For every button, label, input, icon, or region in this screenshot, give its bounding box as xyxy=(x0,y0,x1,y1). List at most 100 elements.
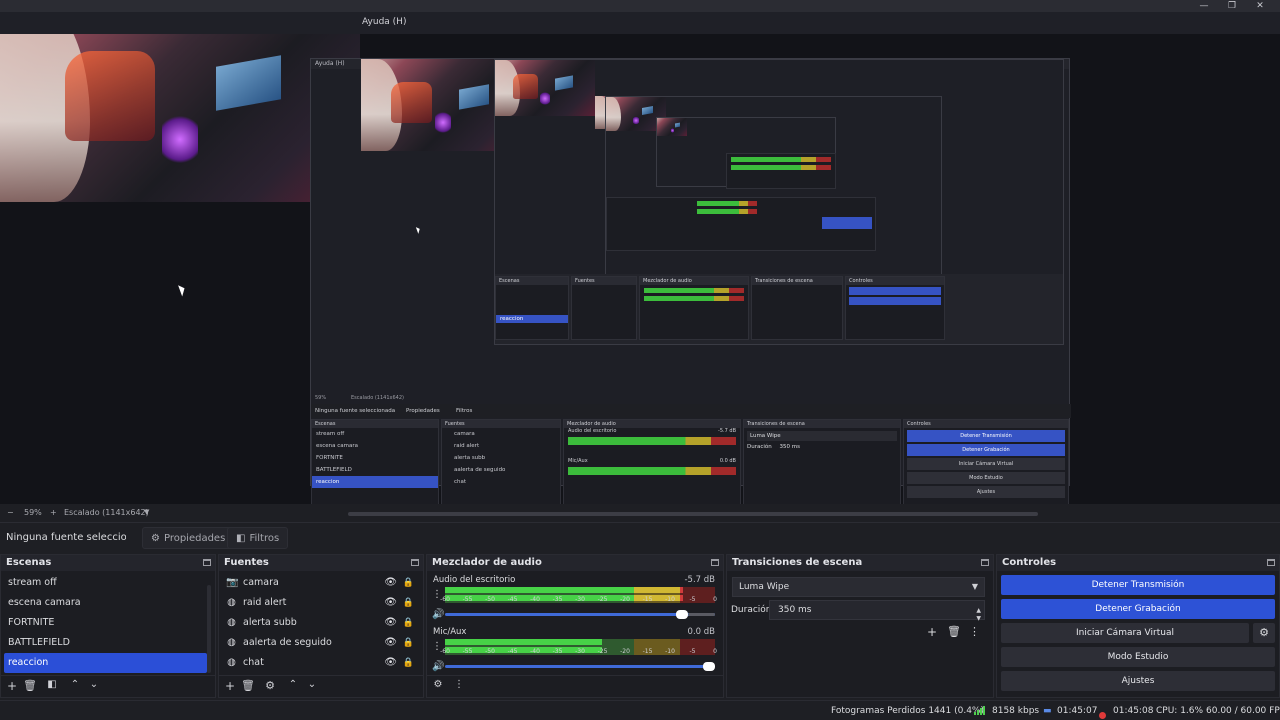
transition-select[interactable]: Luma Wipe ▼ xyxy=(732,577,985,597)
stream-live-icon: ▬ xyxy=(1043,706,1052,716)
scale-tick-label: -35 xyxy=(552,596,563,603)
mixer-title: Mezclador de audio xyxy=(432,557,542,568)
volume-slider[interactable] xyxy=(445,610,715,619)
more-menu-icon[interactable]: ⋮ xyxy=(452,679,466,690)
filter-icon[interactable]: ◧ xyxy=(45,679,59,690)
scene-item[interactable]: FORTNITE xyxy=(1,613,215,633)
close-icon[interactable]: ✕ xyxy=(1253,1,1267,11)
lock-icon[interactable]: 🔒 xyxy=(403,573,414,593)
eye-icon[interactable]: 👁 xyxy=(384,573,397,593)
trash-icon[interactable]: 🗑 xyxy=(23,679,37,692)
lock-icon[interactable]: 🔒 xyxy=(403,613,414,633)
recording-time: 01:45:08 xyxy=(1113,706,1154,716)
source-item[interactable]: ◍ aalerta de seguido 👁 🔒 xyxy=(219,633,423,653)
filters-button[interactable]: ◧ Filtros xyxy=(227,527,289,549)
scale-tick-label: -10 xyxy=(665,648,675,655)
scale-tick-label: -20 xyxy=(620,596,630,603)
meter-fill-left xyxy=(445,639,602,645)
scenes-scrollbar[interactable] xyxy=(207,585,211,673)
add-source-icon[interactable]: + xyxy=(223,679,237,693)
scale-tick-label: -30 xyxy=(575,648,585,655)
controls-title: Controles xyxy=(1002,557,1057,568)
speaker-icon[interactable]: 🔊 xyxy=(432,661,444,672)
preview-canvas[interactable]: Ayuda (H) Escenas reaccion Fuentes Mezcl… xyxy=(0,34,1280,504)
lock-icon[interactable]: 🔒 xyxy=(403,633,414,653)
move-down-icon[interactable]: ⌄ xyxy=(87,679,101,690)
scale-tick-label: -45 xyxy=(507,648,518,655)
meter-scale: -60 -55 -50 -45 -40 -35 -30 -25 -20 -15 -10 -5 0 xyxy=(440,596,717,604)
eye-icon[interactable]: 👁 xyxy=(384,613,397,633)
zoom-out-icon[interactable]: − xyxy=(7,508,14,517)
start-virtual-camera-button[interactable]: Iniciar Cámara Virtual xyxy=(1001,623,1249,643)
add-scene-icon[interactable]: + xyxy=(5,679,19,693)
trash-icon[interactable]: 🗑 xyxy=(241,679,255,692)
scene-item[interactable]: escena camara xyxy=(1,593,215,613)
properties-button[interactable]: ⚙ Propiedades xyxy=(142,527,235,549)
audio-mixer-dock: Mezclador de audio Audio del escritorio -… xyxy=(426,554,724,698)
menu-help[interactable]: Ayuda (H) xyxy=(362,17,406,27)
preview-horizontal-scrollbar[interactable] xyxy=(348,512,1038,516)
chevron-down-icon: ▼ xyxy=(971,582,978,591)
channel-db: -5.7 dB xyxy=(684,575,715,585)
lock-icon[interactable]: 🔒 xyxy=(403,593,414,613)
bitrate: 8158 kbps xyxy=(992,706,1040,716)
move-up-icon[interactable]: ⌃ xyxy=(68,679,82,690)
advanced-audio-icon[interactable]: ⚙ xyxy=(431,679,445,690)
globe-icon: ◍ xyxy=(227,657,236,668)
scaling-dropdown-icon[interactable]: ▼ xyxy=(144,508,149,516)
move-down-icon[interactable]: ⌄ xyxy=(305,679,319,690)
scenes-title: Escenas xyxy=(6,557,52,568)
fps-readout: 60.00 / 60.00 FPS xyxy=(1206,706,1280,716)
volume-slider-knob[interactable] xyxy=(676,610,688,619)
undock-icon[interactable] xyxy=(1267,559,1275,566)
network-signal-icon xyxy=(974,706,985,715)
zoom-in-icon[interactable]: + xyxy=(50,508,57,517)
cpu-usage: CPU: 1.6% xyxy=(1156,706,1204,716)
eye-icon[interactable]: 👁 xyxy=(384,593,397,613)
source-item[interactable]: ◍ chat 👁 🔒 xyxy=(219,653,423,673)
scale-tick-label: -40 xyxy=(530,596,540,603)
lock-icon[interactable]: 🔒 xyxy=(403,653,414,673)
title-bar xyxy=(0,0,1280,12)
duration-label: Duración xyxy=(731,605,772,615)
undock-icon[interactable] xyxy=(981,559,989,566)
scene-item[interactable]: stream off xyxy=(1,573,215,593)
studio-mode-button[interactable]: Modo Estudio xyxy=(1001,647,1275,667)
globe-icon: ◍ xyxy=(227,597,236,608)
trash-icon[interactable]: 🗑 xyxy=(947,625,961,638)
mixer-channel: Audio del escritorio -5.7 dB ⋮ -60 -55 -50 -45… xyxy=(427,573,723,625)
speaker-icon[interactable]: 🔊 xyxy=(432,609,444,620)
scale-tick-label: -5 xyxy=(689,596,696,603)
meter-fill-left xyxy=(445,587,683,593)
duration-input[interactable]: 350 ms ▲ ▼ xyxy=(769,600,985,622)
virtual-camera-settings-gear-icon[interactable]: ⚙ xyxy=(1253,623,1275,643)
channel-name: Mic/Aux xyxy=(433,627,467,637)
stop-streaming-button[interactable]: Detener Transmisión xyxy=(1001,575,1275,595)
source-item[interactable]: ◍ alerta subb 👁 🔒 xyxy=(219,613,423,633)
scale-tick-label: -35 xyxy=(552,648,563,655)
restore-icon[interactable]: ❐ xyxy=(1225,1,1239,11)
add-transition-icon[interactable]: + xyxy=(927,625,937,639)
eye-icon[interactable]: 👁 xyxy=(384,633,397,653)
source-item[interactable]: 📷 camara 👁 🔒 xyxy=(219,573,423,593)
undock-icon[interactable] xyxy=(711,559,719,566)
move-up-icon[interactable]: ⌃ xyxy=(286,679,300,690)
volume-slider[interactable] xyxy=(445,662,715,671)
source-item[interactable]: ◍ raid alert 👁 🔒 xyxy=(219,593,423,613)
scene-item[interactable]: BATTLEFIELD xyxy=(1,633,215,653)
minimize-icon[interactable]: — xyxy=(1197,1,1211,11)
transitions-title: Transiciones de escena xyxy=(732,557,863,568)
mixer-channel: Mic/Aux 0.0 dB ⋮ -60 -55 -50 -45 -40 -35 -30 -25 -2… xyxy=(427,625,723,677)
undock-icon[interactable] xyxy=(203,559,211,566)
scaling-label[interactable]: Escalado (1141x642) xyxy=(64,508,149,517)
settings-button[interactable]: Ajustes xyxy=(1001,671,1275,691)
undock-icon[interactable] xyxy=(411,559,419,566)
eye-icon[interactable]: 👁 xyxy=(384,653,397,673)
volume-slider-knob[interactable] xyxy=(703,662,715,671)
scene-item-selected[interactable]: reaccion xyxy=(4,653,207,673)
gear-icon[interactable]: ⚙ xyxy=(263,679,277,692)
dropped-frames: Fotogramas Perdidos 1441 (0.4%) xyxy=(831,706,984,716)
more-menu-icon[interactable]: ⋮ xyxy=(969,625,980,638)
stop-recording-button[interactable]: Detener Grabación xyxy=(1001,599,1275,619)
nested-obs-window-3 xyxy=(605,96,942,276)
